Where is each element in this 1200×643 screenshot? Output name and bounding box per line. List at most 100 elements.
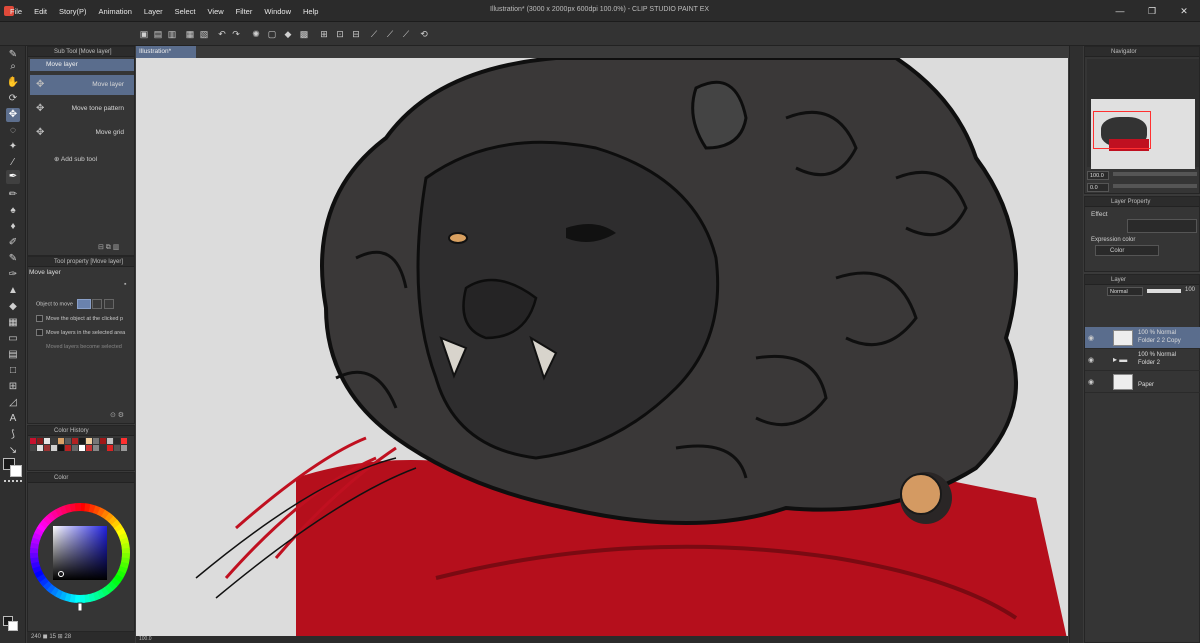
pen-tool-icon[interactable]: ✒	[6, 170, 20, 184]
canvas-area[interactable]	[136, 58, 1068, 643]
figure-icon[interactable]: ▦	[6, 316, 20, 330]
opacity-value[interactable]: 100	[1185, 287, 1195, 293]
menu-select[interactable]: Select	[175, 7, 204, 16]
frame-tool-icon[interactable]: ▭	[6, 332, 20, 346]
brush-icon[interactable]: ♠	[6, 204, 20, 218]
color-swatch[interactable]	[58, 445, 64, 451]
subtool-item-move-grid[interactable]: ✥ Move grid	[30, 123, 134, 143]
add-subtool-button[interactable]: ⊕ Add sub tool	[54, 155, 97, 163]
color-swatch[interactable]	[58, 438, 64, 444]
color-swatch[interactable]	[37, 438, 43, 444]
tool-property-settings-icon[interactable]: ⊙ ⚙	[110, 411, 124, 419]
blend-icon[interactable]: ✑	[6, 268, 20, 282]
color-swatch[interactable]	[121, 438, 127, 444]
canvas-artwork[interactable]	[136, 58, 1068, 643]
blend-mode-select[interactable]: Normal	[1107, 287, 1143, 296]
magic-wand-icon[interactable]: ✦	[6, 140, 20, 154]
subtool-panel-icons[interactable]: ⊟ ⧉ ▥	[98, 243, 119, 252]
refresh-icon[interactable]: ⟲	[418, 28, 430, 40]
rotate-icon[interactable]: ⟳	[6, 92, 20, 106]
color-swatch[interactable]	[30, 445, 36, 451]
color-swatch[interactable]	[51, 445, 57, 451]
color-swatch[interactable]	[44, 438, 50, 444]
square-tool-icon[interactable]: □	[6, 364, 20, 378]
ruler-icon[interactable]: ⟋	[368, 28, 380, 40]
menu-file[interactable]: File	[10, 7, 30, 16]
option-move-object[interactable]: Move the object at the clicked p	[36, 315, 123, 322]
color-swatch[interactable]	[65, 445, 71, 451]
color-swatch[interactable]	[72, 438, 78, 444]
layer-row-folder-2[interactable]: ◉ ▸ ▬ 100 % Normal Folder 2	[1085, 349, 1200, 371]
pencil-icon[interactable]: ✏	[6, 188, 20, 202]
select-icon[interactable]: ▩	[298, 28, 310, 40]
correction-icon[interactable]: ↘	[6, 444, 20, 458]
object-tone-button[interactable]	[92, 299, 103, 309]
eye-icon[interactable]: ◉	[1088, 334, 1094, 342]
navigator-zoom-input[interactable]: 100.0	[1087, 171, 1109, 180]
export-icon[interactable]: ▧	[198, 28, 210, 40]
color-swatch[interactable]	[100, 445, 106, 451]
lasso-icon[interactable]: ◌	[6, 124, 20, 138]
color-swatch[interactable]	[79, 445, 85, 451]
color-swatch[interactable]	[51, 438, 57, 444]
color-swatch[interactable]	[86, 445, 92, 451]
hue-segment[interactable]	[121, 547, 130, 554]
eye-icon[interactable]: ◉	[1088, 378, 1094, 386]
menu-layer[interactable]: Layer	[144, 7, 171, 16]
menu-story[interactable]: Story(P)	[59, 7, 95, 16]
close-button[interactable]: ✕	[1168, 0, 1200, 22]
subtool-group-tab[interactable]: Move layer	[30, 59, 134, 71]
minimize-button[interactable]: —	[1104, 0, 1136, 22]
navigator-angle-input[interactable]: 0.0	[1087, 183, 1109, 192]
color-swatch[interactable]	[44, 445, 50, 451]
color-swatch[interactable]	[65, 438, 71, 444]
grid-icon[interactable]: ⊞	[318, 28, 330, 40]
snap-grid-icon[interactable]: ⟋	[400, 28, 412, 40]
layer-row-folder-copy[interactable]: ◉ 100 % Normal Folder 2 2 Copy	[1085, 327, 1200, 349]
sub-color-mini[interactable]	[8, 621, 18, 631]
option-moved-layers-selected[interactable]: Moved layers become selected	[36, 343, 122, 350]
ruler-tool-icon[interactable]: ▤	[6, 348, 20, 362]
zoom-icon[interactable]: ⌕	[6, 60, 20, 74]
color-wheel[interactable]	[28, 503, 136, 613]
color-swatch[interactable]	[93, 438, 99, 444]
eyedropper-icon[interactable]: ⁄	[6, 156, 20, 170]
color-swatch[interactable]	[114, 438, 120, 444]
menu-animation[interactable]: Animation	[99, 7, 140, 16]
eye-icon[interactable]: ◉	[1088, 356, 1094, 364]
hue-segment[interactable]	[79, 594, 86, 603]
eraser-icon[interactable]: ✎	[6, 252, 20, 266]
hand-icon[interactable]: ✋	[6, 76, 20, 90]
move-icon[interactable]: ✥	[6, 108, 20, 122]
object-raster-button[interactable]	[76, 299, 91, 309]
decoration-icon[interactable]: ✐	[6, 236, 20, 250]
undo-icon[interactable]: ↶	[216, 28, 228, 40]
fill-tool-icon[interactable]: ▲	[6, 284, 20, 298]
crop-icon[interactable]: ⊡	[334, 28, 346, 40]
canvas-tab[interactable]: Illustration*	[136, 46, 196, 58]
text-icon[interactable]: A	[6, 412, 20, 426]
line-tool-icon[interactable]: ◿	[6, 396, 20, 410]
menu-help[interactable]: Help	[303, 7, 326, 16]
frame-icon[interactable]: ⊟	[350, 28, 362, 40]
option-move-selected-area[interactable]: Move layers in the selected area	[36, 329, 125, 336]
color-swatch[interactable]	[72, 445, 78, 451]
zoom-slider[interactable]	[1113, 172, 1197, 176]
transform-icon[interactable]: ✺	[250, 28, 262, 40]
maximize-button[interactable]: ❐	[1136, 0, 1168, 22]
open-icon[interactable]: ▤	[152, 28, 164, 40]
menu-edit[interactable]: Edit	[34, 7, 55, 16]
menu-window[interactable]: Window	[264, 7, 299, 16]
layers-icon[interactable]: ▦	[184, 28, 196, 40]
save-icon[interactable]: ▥	[166, 28, 178, 40]
color-swatch[interactable]	[93, 445, 99, 451]
color-swatch[interactable]	[114, 445, 120, 451]
subtool-item-move-tone-pattern[interactable]: ✥ Move tone pattern	[30, 99, 134, 119]
checkbox[interactable]	[36, 329, 43, 336]
color-swatch[interactable]	[37, 445, 43, 451]
airbrush-icon[interactable]: ♦	[6, 220, 20, 234]
clear-icon[interactable]: ▢	[266, 28, 278, 40]
color-swatch[interactable]	[100, 438, 106, 444]
menu-view[interactable]: View	[208, 7, 232, 16]
subtool-item-move-layer[interactable]: ✥ Move layer	[30, 75, 134, 95]
